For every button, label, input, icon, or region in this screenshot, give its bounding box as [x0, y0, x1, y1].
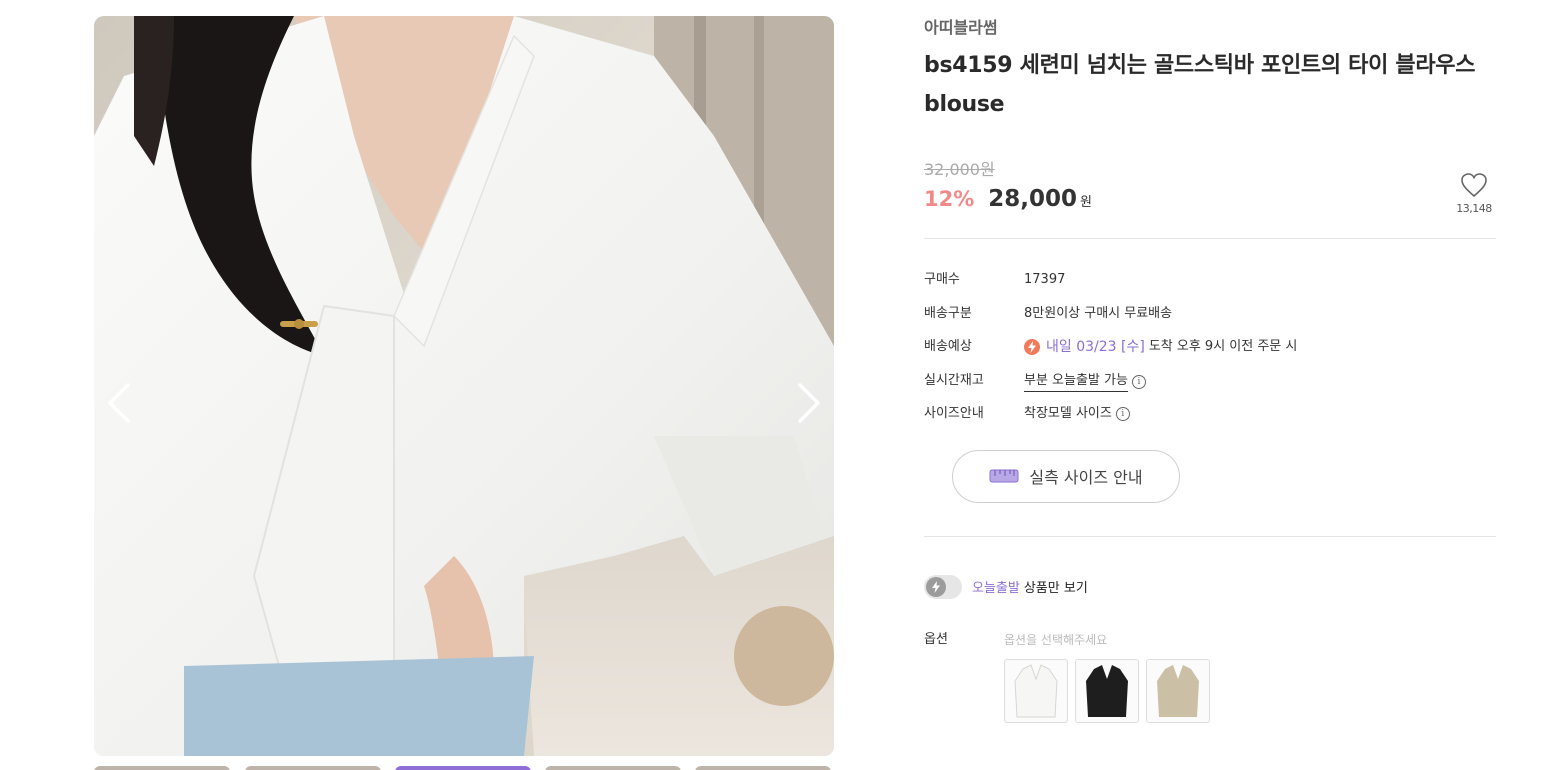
spec-label: 실시간재고 — [924, 372, 984, 388]
delivery-date: 내일 03/23 [수] — [1046, 339, 1145, 355]
spec-value: 부분 오늘출발 가능 i — [1024, 372, 1146, 392]
today-ship-toggle[interactable] — [924, 574, 962, 599]
divider — [924, 238, 1496, 239]
spec-label: 배송예상 — [924, 339, 972, 354]
size-guide-button[interactable]: 실측 사이즈 안내 — [952, 449, 1180, 503]
product-title: bs4159 세련미 넘치는 골드스틱바 포인트의 타이 블라우스 blouse — [924, 53, 1476, 117]
price-block: 32,000원 12% 28,000 원 13,148 — [924, 160, 1496, 218]
bolt-icon — [926, 576, 946, 597]
like-button[interactable]: 13,148 — [1454, 172, 1494, 215]
next-image-button[interactable] — [790, 378, 830, 428]
currency-unit: 원 — [1080, 195, 1092, 210]
today-ship-label: 상품만 보기 — [1023, 581, 1088, 596]
spec-label: 배송구분 — [924, 305, 972, 321]
delivery-note: 도착 오후 9시 이전 주문 시 — [1148, 339, 1298, 354]
thumbnail[interactable] — [245, 766, 381, 770]
product-image-gallery — [94, 16, 834, 756]
thumbnail[interactable] — [94, 766, 230, 770]
spec-delivery: 배송예상 내일 03/23 [수] 도착 오후 9시 이전 주문 시 — [924, 338, 1496, 372]
sale-price-row: 12% 28,000 원 — [924, 186, 1496, 212]
spec-size-guide: 사이즈안내 착장모델 사이즈 i — [924, 405, 1496, 439]
ruler-icon — [989, 469, 1019, 483]
thumbnail[interactable] — [545, 766, 681, 770]
thumbnail-active[interactable] — [395, 766, 531, 770]
stock-link[interactable]: 부분 오늘출발 가능 — [1024, 372, 1128, 392]
option-label: 옵션 — [924, 631, 948, 647]
thumbnail-strip — [94, 766, 834, 770]
spec-purchases: 구매수 17397 — [924, 271, 1496, 305]
product-info-panel: 아띠블라썸 bs4159 세련미 넘치는 골드스틱바 포인트의 타이 블라우스 … — [924, 16, 1496, 723]
swatch-beige[interactable] — [1146, 658, 1210, 723]
swatch-white[interactable] — [1004, 658, 1068, 723]
model-size-link[interactable]: 착장모델 사이즈 — [1024, 405, 1112, 423]
spec-value: 17397 — [1024, 272, 1066, 287]
info-icon[interactable]: i — [1115, 407, 1130, 421]
spec-stock: 실시간재고 부분 오늘출발 가능 i — [924, 372, 1496, 406]
swatch-black[interactable] — [1075, 658, 1139, 723]
product-specs: 구매수 17397 배송구분 8만원이상 구매시 무료배송 배송예상 내일 03… — [924, 271, 1496, 439]
spec-shipping-type: 배송구분 8만원이상 구매시 무료배송 — [924, 305, 1496, 339]
chevron-left-icon — [108, 383, 130, 423]
spec-value: 8만원이상 구매시 무료배송 — [1024, 305, 1173, 321]
spec-label: 구매수 — [924, 272, 960, 287]
sale-price: 28,000 — [988, 186, 1078, 212]
color-swatches — [1004, 658, 1210, 723]
spec-value: 내일 03/23 [수] 도착 오후 9시 이전 주문 시 — [1024, 338, 1297, 356]
thumbnail[interactable] — [695, 766, 831, 770]
original-price: 32,000원 — [924, 160, 995, 179]
heart-icon — [1461, 173, 1487, 198]
size-guide-label: 실측 사이즈 안내 — [1029, 468, 1143, 487]
discount-rate: 12% — [924, 187, 975, 211]
chevron-right-icon — [798, 383, 820, 423]
spec-label: 사이즈안내 — [924, 406, 984, 421]
brand-name[interactable]: 아띠블라썸 — [924, 16, 1496, 40]
prev-image-button[interactable] — [98, 378, 138, 428]
like-count: 13,148 — [1456, 202, 1492, 215]
divider — [924, 535, 1496, 537]
option-section: 옵션 옵션을 선택해주세요 — [924, 631, 1496, 723]
spec-value: 착장모델 사이즈 i — [1024, 405, 1130, 423]
product-photo — [94, 16, 834, 756]
today-ship-filter: 오늘출발 상품만 보기 — [924, 574, 1496, 599]
info-icon[interactable]: i — [1131, 374, 1146, 389]
option-placeholder: 옵션을 선택해주세요 — [1004, 632, 1108, 647]
today-ship-highlight: 오늘출발 — [972, 581, 1020, 596]
bolt-icon — [1024, 339, 1040, 355]
